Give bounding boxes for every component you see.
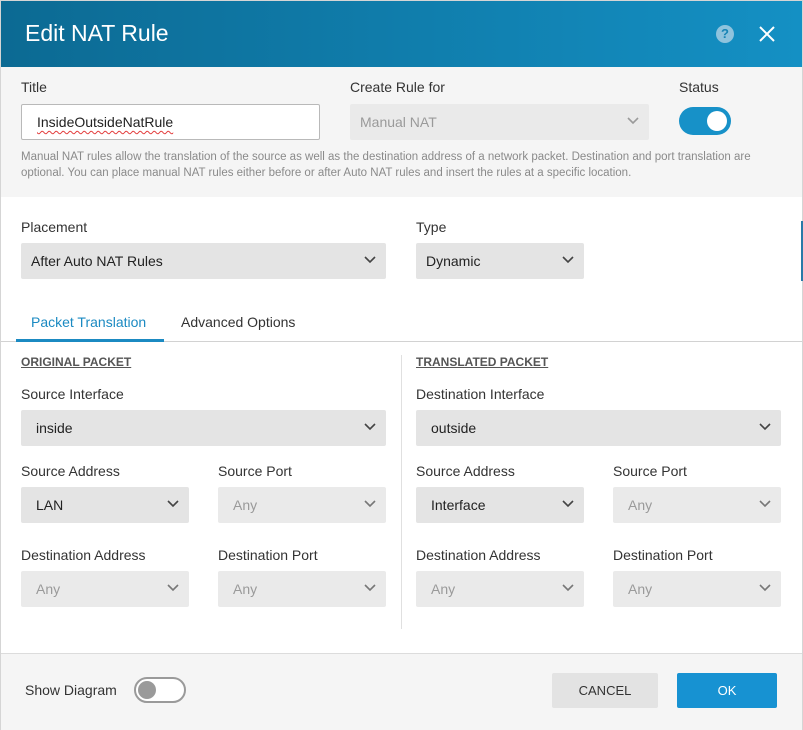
source-interface-value: inside bbox=[36, 420, 73, 436]
dialog-footer: Show Diagram CANCEL OK bbox=[1, 653, 802, 730]
original-source-address-select[interactable]: LAN bbox=[21, 487, 189, 523]
title-input-value: InsideOutsideNatRule bbox=[37, 114, 174, 130]
type-select[interactable]: Dynamic bbox=[416, 243, 584, 279]
show-diagram-label: Show Diagram bbox=[25, 682, 117, 698]
placement-value: After Auto NAT Rules bbox=[31, 253, 163, 269]
toggle-knob bbox=[138, 681, 156, 699]
chevron-down-icon bbox=[562, 500, 574, 508]
translated-destination-address-label: Destination Address bbox=[416, 547, 541, 563]
help-icon[interactable]: ? bbox=[716, 25, 734, 43]
status-toggle[interactable] bbox=[679, 107, 731, 135]
original-destination-port-label: Destination Port bbox=[218, 547, 318, 563]
original-source-port-label: Source Port bbox=[218, 463, 292, 479]
column-divider bbox=[401, 355, 402, 629]
create-rule-for-label: Create Rule for bbox=[350, 79, 445, 95]
dialog-header: Edit NAT Rule ? bbox=[1, 1, 802, 67]
translated-destination-address-select: Any bbox=[416, 571, 584, 607]
destination-interface-select[interactable]: outside bbox=[416, 410, 781, 446]
translated-source-port-label: Source Port bbox=[613, 463, 687, 479]
original-destination-address-select: Any bbox=[21, 571, 189, 607]
create-rule-for-value: Manual NAT bbox=[360, 114, 437, 130]
translated-source-port-select: Any bbox=[613, 487, 781, 523]
chevron-down-icon bbox=[364, 584, 376, 592]
tab-packet-translation[interactable]: Packet Translation bbox=[31, 314, 146, 340]
placement-label: Placement bbox=[21, 219, 88, 235]
manual-nat-description: Manual NAT rules allow the translation o… bbox=[21, 151, 751, 179]
tab-advanced-options[interactable]: Advanced Options bbox=[181, 314, 295, 340]
chevron-down-icon bbox=[627, 117, 639, 125]
show-diagram-toggle[interactable] bbox=[134, 677, 186, 703]
chevron-down-icon bbox=[167, 584, 179, 592]
original-destination-address-label: Destination Address bbox=[21, 547, 146, 563]
original-source-port-select: Any bbox=[218, 487, 386, 523]
create-rule-for-select: Manual NAT bbox=[350, 104, 649, 140]
chevron-down-icon bbox=[759, 584, 771, 592]
toggle-knob bbox=[707, 111, 727, 131]
chevron-down-icon bbox=[364, 500, 376, 508]
translated-destination-port-label: Destination Port bbox=[613, 547, 713, 563]
chevron-down-icon bbox=[759, 423, 771, 431]
destination-interface-label: Destination Interface bbox=[416, 386, 545, 402]
source-interface-label: Source Interface bbox=[21, 386, 124, 402]
destination-interface-value: outside bbox=[431, 420, 477, 436]
type-value: Dynamic bbox=[426, 253, 481, 269]
chevron-down-icon bbox=[167, 500, 179, 508]
chevron-down-icon bbox=[759, 500, 771, 508]
original-source-address-label: Source Address bbox=[21, 463, 120, 479]
chevron-down-icon bbox=[364, 256, 376, 264]
edit-nat-rule-dialog: Edit NAT Rule ? Title InsideOutsideNatRu… bbox=[0, 0, 803, 730]
translated-source-address-label: Source Address bbox=[416, 463, 515, 479]
translated-destination-port-select: Any bbox=[613, 571, 781, 607]
active-tab-indicator bbox=[16, 339, 164, 342]
type-label: Type bbox=[416, 219, 447, 235]
close-icon[interactable] bbox=[757, 24, 777, 44]
ok-button[interactable]: OK bbox=[677, 673, 777, 708]
chevron-down-icon bbox=[562, 256, 574, 264]
cancel-button[interactable]: CANCEL bbox=[552, 673, 658, 708]
title-label: Title bbox=[21, 79, 47, 95]
status-label: Status bbox=[679, 79, 719, 95]
chevron-down-icon bbox=[364, 423, 376, 431]
dialog-title: Edit NAT Rule bbox=[25, 20, 169, 46]
translated-packet-heading: TRANSLATED PACKET bbox=[416, 355, 549, 369]
source-interface-select[interactable]: inside bbox=[21, 410, 386, 446]
placement-select[interactable]: After Auto NAT Rules bbox=[21, 243, 386, 279]
title-input[interactable]: InsideOutsideNatRule bbox=[21, 104, 320, 140]
original-packet-heading: ORIGINAL PACKET bbox=[21, 355, 132, 369]
original-destination-port-select: Any bbox=[218, 571, 386, 607]
chevron-down-icon bbox=[562, 584, 574, 592]
translated-source-address-select[interactable]: Interface bbox=[416, 487, 584, 523]
